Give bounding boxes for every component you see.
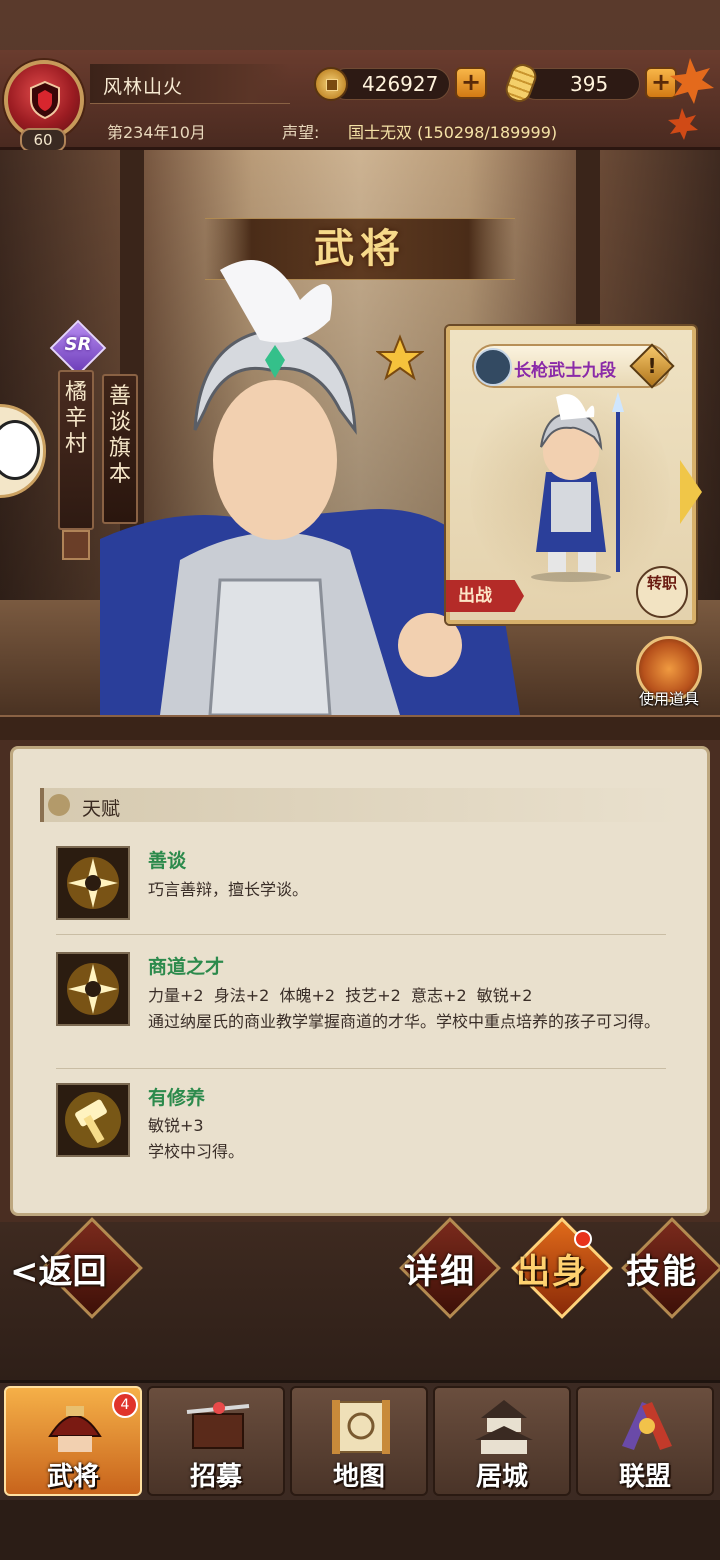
nav-label: 居城 xyxy=(475,1462,528,1492)
sun-burst-icon xyxy=(56,952,130,1026)
person-icon xyxy=(48,794,70,816)
nav-item-castle[interactable]: 居城 xyxy=(433,1386,571,1496)
alliance-banner-icon xyxy=(622,1402,672,1450)
talent-section-header xyxy=(40,788,680,822)
star-icon[interactable] xyxy=(376,334,424,382)
talent-name: 善谈 xyxy=(148,850,187,872)
shield-icon xyxy=(30,80,60,120)
add-copper-button[interactable]: + xyxy=(455,67,487,99)
deploy-tag[interactable]: 出战 xyxy=(446,580,524,612)
back-button[interactable]: <返回 xyxy=(10,1244,107,1293)
tassel-decoration xyxy=(62,530,90,560)
talent-name: 商道之才 xyxy=(148,956,225,978)
prestige-value: 国士无双 (150298/189999) xyxy=(348,123,558,142)
copper-amount: 426927 xyxy=(362,72,439,96)
sun-burst-icon xyxy=(56,846,130,920)
nav-item-recruit[interactable]: 招募 xyxy=(147,1386,285,1496)
castle-icon xyxy=(475,1400,533,1454)
skills-button[interactable]: 技能 xyxy=(626,1244,698,1293)
nav-label: 招募 xyxy=(189,1462,242,1492)
prestige-label: 声望: xyxy=(282,123,320,142)
talent-section-title: 天赋 xyxy=(82,798,121,820)
bottom-strip xyxy=(0,1500,720,1560)
switch-job-button[interactable]: 转职 xyxy=(636,566,688,618)
separator xyxy=(56,1068,666,1069)
talent-stats: 敏锐+3 xyxy=(148,1116,204,1135)
nav-badge: 4 xyxy=(112,1392,138,1418)
game-date: 第234年10月 xyxy=(107,123,206,142)
notification-dot xyxy=(574,1230,592,1248)
next-arrow-icon[interactable] xyxy=(680,460,702,524)
samurai-crest-icon xyxy=(474,348,512,386)
origin-button[interactable]: 出身 xyxy=(516,1244,588,1293)
samurai-helmet-icon xyxy=(48,1406,102,1452)
nav-item-map[interactable]: 地图 xyxy=(290,1386,428,1496)
nav-item-alliance[interactable]: 联盟 xyxy=(576,1386,714,1496)
nav-label: 武将 xyxy=(46,1462,99,1492)
game-screen: 60 风林山火 第234年10月 声望: 国士无双 (150298/189999… xyxy=(0,0,720,1560)
separator xyxy=(56,934,666,935)
talent-stats: 力量+2 身法+2 体魄+2 技艺+2 意志+2 敏锐+2 xyxy=(148,986,533,1005)
nav-label: 地图 xyxy=(332,1462,385,1492)
talent-desc: 学校中习得。 xyxy=(148,1142,245,1161)
hero-name: 橘辛村 xyxy=(58,370,94,530)
player-name: 风林山火 xyxy=(103,76,184,98)
unit-type-name: 长枪武士九段 xyxy=(514,361,616,381)
info-mark: ! xyxy=(647,354,657,378)
chibi-unit-sprite xyxy=(531,392,624,582)
gold-amount: 395 xyxy=(570,72,609,96)
detail-button[interactable]: 详细 xyxy=(404,1244,476,1293)
player-level: 60 xyxy=(20,128,66,152)
scroll-map-icon xyxy=(332,1400,390,1454)
coin-icon xyxy=(314,67,348,101)
talent-desc: 巧言善辩，擅长学谈。 xyxy=(148,880,309,899)
hero-title: 善谈旗本 xyxy=(102,374,138,524)
hammer-glow-icon xyxy=(56,1083,130,1157)
nav-label: 联盟 xyxy=(618,1462,671,1492)
talent-name: 有修养 xyxy=(148,1087,206,1109)
katana-icon xyxy=(186,1402,250,1449)
maple-leaves-decoration xyxy=(668,58,714,140)
rarity-label: SR xyxy=(64,334,92,355)
talent-desc: 通过纳屋氏的商业教学掌握商道的才华。学校中重点培养的孩子可习得。 xyxy=(148,1012,661,1031)
use-item-label: 使用道具 xyxy=(638,690,699,708)
